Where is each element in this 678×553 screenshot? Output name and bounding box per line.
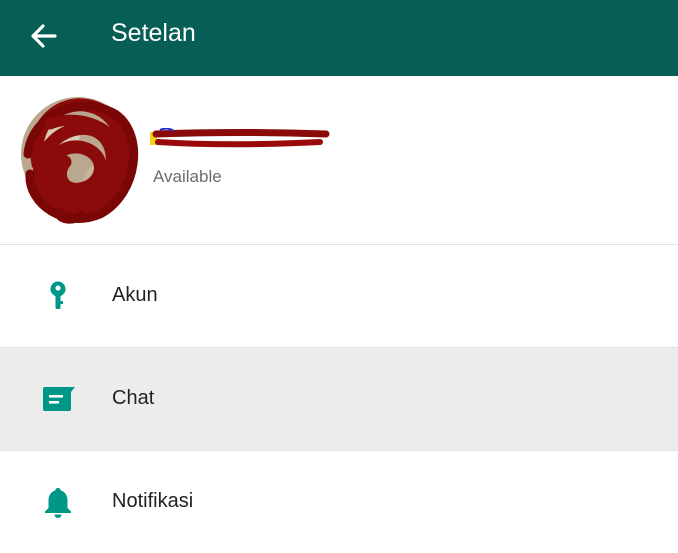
menu-item-chat[interactable]: Chat (0, 348, 678, 450)
profile-row[interactable]: Available (0, 76, 678, 244)
app-bar: Setelan (0, 0, 678, 76)
menu-item-label: Akun (112, 284, 158, 306)
menu-item-label: Chat (112, 387, 155, 409)
menu-item-akun[interactable]: Akun (0, 245, 678, 347)
avatar[interactable] (20, 94, 140, 224)
menu-item-notifikasi[interactable]: Notifikasi (0, 451, 678, 553)
page-title: Setelan (111, 19, 196, 47)
back-button[interactable] (26, 18, 62, 54)
bell-icon (45, 488, 71, 518)
arrow-left-icon (31, 24, 57, 48)
profile-name (150, 128, 330, 154)
menu-item-label: Notifikasi (112, 490, 194, 512)
redaction-scribble (150, 128, 330, 148)
profile-status: Available (153, 167, 222, 186)
chat-icon (43, 387, 75, 411)
key-icon (50, 281, 66, 309)
